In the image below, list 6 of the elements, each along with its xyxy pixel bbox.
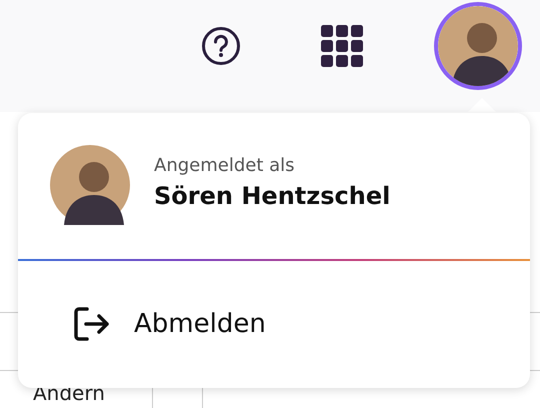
apps-grid-icon[interactable] xyxy=(321,25,363,67)
help-icon[interactable] xyxy=(201,26,241,66)
logout-icon xyxy=(74,307,110,341)
signed-in-label: Angemeldet als xyxy=(154,155,296,176)
logout-menu-item[interactable]: Abmelden xyxy=(74,307,266,341)
user-name: Sören Hentzschel xyxy=(154,182,390,210)
